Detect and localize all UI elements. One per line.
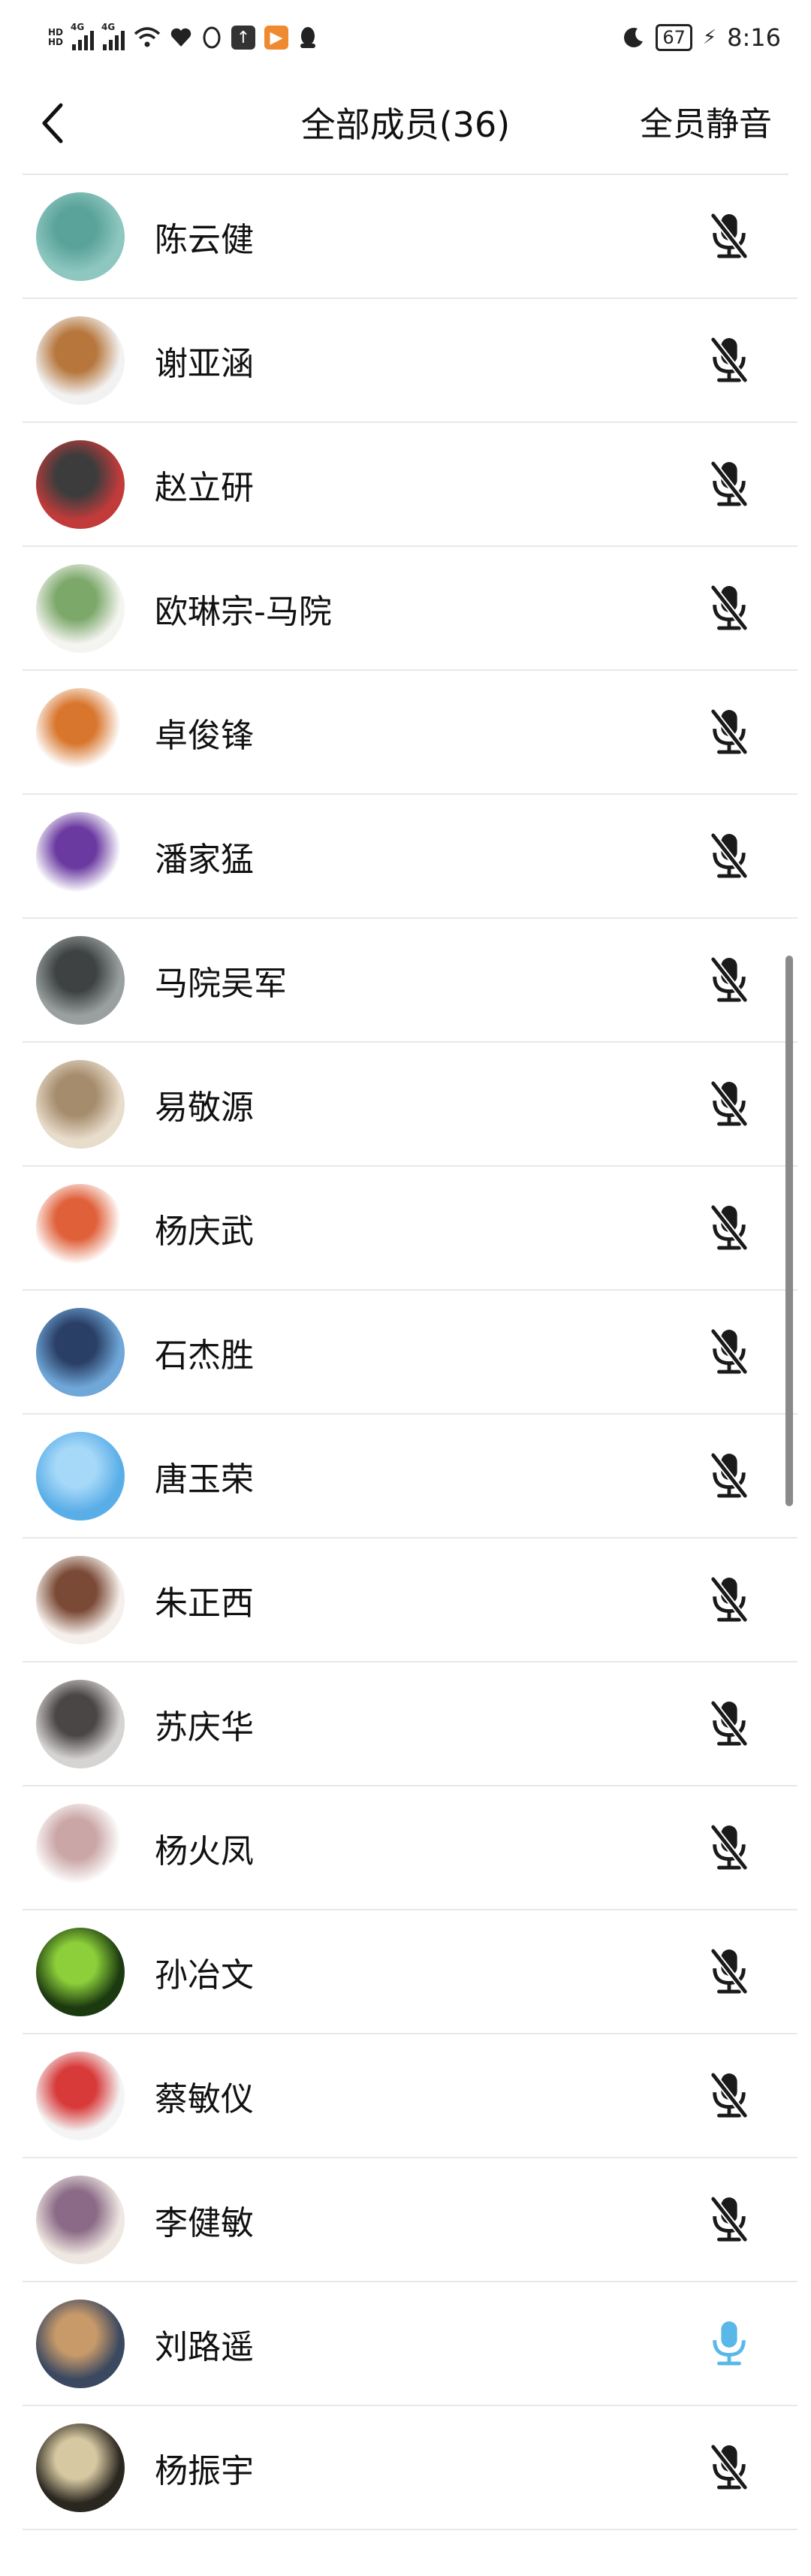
member-row[interactable]: 马院吴军 bbox=[23, 919, 797, 1043]
member-name: 潘家猛 bbox=[155, 840, 254, 879]
status-bar-right: 67 ⚡ 8:16 bbox=[623, 23, 781, 52]
mic-muted-icon[interactable] bbox=[703, 2066, 755, 2126]
mic-muted-icon[interactable] bbox=[703, 2438, 755, 2498]
mic-muted-icon[interactable] bbox=[703, 331, 755, 391]
member-name: 欧琳宗-马院 bbox=[155, 592, 332, 631]
avatar[interactable] bbox=[36, 1431, 125, 1521]
signal-icon: 4G bbox=[71, 22, 95, 50]
member-row[interactable]: 蔡敏仪 bbox=[23, 2034, 797, 2158]
avatar[interactable] bbox=[36, 1803, 125, 1892]
avatar[interactable] bbox=[36, 2423, 125, 2512]
member-row[interactable]: 苏庆华 bbox=[23, 1662, 797, 1786]
member-row[interactable]: 唐玉荣 bbox=[23, 1415, 797, 1539]
mic-muted-icon[interactable] bbox=[703, 578, 755, 639]
member-row[interactable]: 杨振宇 bbox=[23, 2406, 797, 2530]
avatar[interactable] bbox=[36, 1183, 125, 1273]
avatar[interactable] bbox=[36, 2299, 125, 2388]
avatar[interactable] bbox=[36, 439, 125, 529]
mic-muted-icon[interactable] bbox=[703, 702, 755, 763]
nav-bar: 全部成员(36) 全员静音 bbox=[0, 75, 811, 174]
member-row[interactable]: 谢亚涵 bbox=[23, 299, 797, 423]
member-row[interactable]: 朱正西 bbox=[23, 1539, 797, 1662]
member-row[interactable]: 杨庆武 bbox=[23, 1167, 797, 1291]
avatar[interactable] bbox=[36, 687, 125, 777]
mic-muted-icon[interactable] bbox=[703, 1942, 755, 2002]
mic-muted-icon[interactable] bbox=[703, 1818, 755, 1878]
mic-muted-icon[interactable] bbox=[703, 1446, 755, 1506]
avatar[interactable] bbox=[36, 1555, 125, 1644]
member-name: 朱正西 bbox=[155, 1584, 254, 1623]
member-name: 杨庆武 bbox=[155, 1212, 254, 1251]
member-list: 陈云健 谢亚涵 赵立研 欧琳宗-马院 卓俊锋 潘家猛 马院吴军 易敬源 杨庆武 … bbox=[23, 175, 797, 2530]
member-name: 石杰胜 bbox=[155, 1336, 254, 1375]
mic-muted-icon[interactable] bbox=[703, 1570, 755, 1630]
avatar[interactable] bbox=[36, 1927, 125, 2016]
clock: 8:16 bbox=[727, 23, 781, 52]
avatar[interactable] bbox=[36, 316, 125, 405]
member-row[interactable]: 赵立研 bbox=[23, 423, 797, 547]
member-row[interactable]: 孙冶文 bbox=[23, 1910, 797, 2034]
mute-all-button[interactable]: 全员静音 bbox=[640, 95, 772, 155]
scrollbar[interactable] bbox=[785, 956, 793, 1506]
qq-icon bbox=[203, 26, 221, 49]
status-bar: HD HD 4G 4G ↑ ▶ 67 ⚡ 8:16 bbox=[0, 0, 811, 75]
member-name: 刘路遥 bbox=[155, 2327, 254, 2366]
member-name: 杨火凤 bbox=[155, 1832, 254, 1871]
avatar[interactable] bbox=[36, 2175, 125, 2264]
mic-muted-icon[interactable] bbox=[703, 1198, 755, 1258]
status-bar-left: HD HD 4G 4G ↑ ▶ bbox=[48, 22, 318, 50]
mic-muted-icon[interactable] bbox=[703, 950, 755, 1010]
avatar[interactable] bbox=[36, 1059, 125, 1149]
mic-muted-icon[interactable] bbox=[703, 1322, 755, 1382]
member-row[interactable]: 石杰胜 bbox=[23, 1291, 797, 1415]
avatar[interactable] bbox=[36, 563, 125, 653]
member-row[interactable]: 易敬源 bbox=[23, 1043, 797, 1167]
moon-icon bbox=[624, 28, 644, 47]
member-name: 李健敏 bbox=[155, 2203, 254, 2242]
member-name: 蔡敏仪 bbox=[155, 2079, 254, 2118]
member-row[interactable]: 杨火凤 bbox=[23, 1786, 797, 1910]
member-name: 谢亚涵 bbox=[155, 344, 254, 383]
member-name: 陈云健 bbox=[155, 220, 254, 259]
member-name: 苏庆华 bbox=[155, 1708, 254, 1747]
avatar[interactable] bbox=[36, 935, 125, 1025]
video-app-icon: ▶ bbox=[264, 26, 289, 50]
member-row[interactable]: 潘家猛 bbox=[23, 795, 797, 919]
qq-penguin-icon bbox=[300, 27, 316, 48]
member-row[interactable]: 李健敏 bbox=[23, 2158, 797, 2282]
battery-level: 67 bbox=[662, 27, 686, 48]
member-row[interactable]: 陈云健 bbox=[23, 175, 797, 299]
mic-muted-icon[interactable] bbox=[703, 1074, 755, 1134]
avatar[interactable] bbox=[36, 192, 125, 281]
battery-icon: 67 bbox=[656, 24, 692, 51]
member-row[interactable]: 欧琳宗-马院 bbox=[23, 547, 797, 671]
member-name: 赵立研 bbox=[155, 468, 254, 507]
member-name: 杨振宇 bbox=[155, 2451, 254, 2490]
mic-muted-icon[interactable] bbox=[703, 207, 755, 267]
mic-muted-icon[interactable] bbox=[703, 2190, 755, 2250]
hd-icon: HD HD bbox=[48, 27, 64, 47]
mic-muted-icon[interactable] bbox=[703, 826, 755, 886]
wifi-icon bbox=[134, 27, 161, 47]
upload-icon: ↑ bbox=[231, 26, 256, 50]
mic-icon[interactable] bbox=[703, 2314, 755, 2374]
member-name: 易敬源 bbox=[155, 1088, 254, 1127]
member-name: 唐玉荣 bbox=[155, 1460, 254, 1499]
charging-icon: ⚡ bbox=[702, 26, 717, 49]
avatar[interactable] bbox=[36, 811, 125, 901]
member-name: 马院吴军 bbox=[155, 964, 287, 1003]
heart-icon bbox=[170, 28, 191, 47]
signal-icon: 4G bbox=[101, 22, 125, 50]
member-name: 孙冶文 bbox=[155, 1955, 254, 1995]
member-row[interactable]: 卓俊锋 bbox=[23, 671, 797, 795]
mic-muted-icon[interactable] bbox=[703, 454, 755, 515]
mic-muted-icon[interactable] bbox=[703, 1694, 755, 1754]
member-name: 卓俊锋 bbox=[155, 716, 254, 755]
member-row[interactable]: 刘路遥 bbox=[23, 2282, 797, 2406]
avatar[interactable] bbox=[36, 1679, 125, 1768]
avatar[interactable] bbox=[36, 2051, 125, 2140]
avatar[interactable] bbox=[36, 1307, 125, 1397]
